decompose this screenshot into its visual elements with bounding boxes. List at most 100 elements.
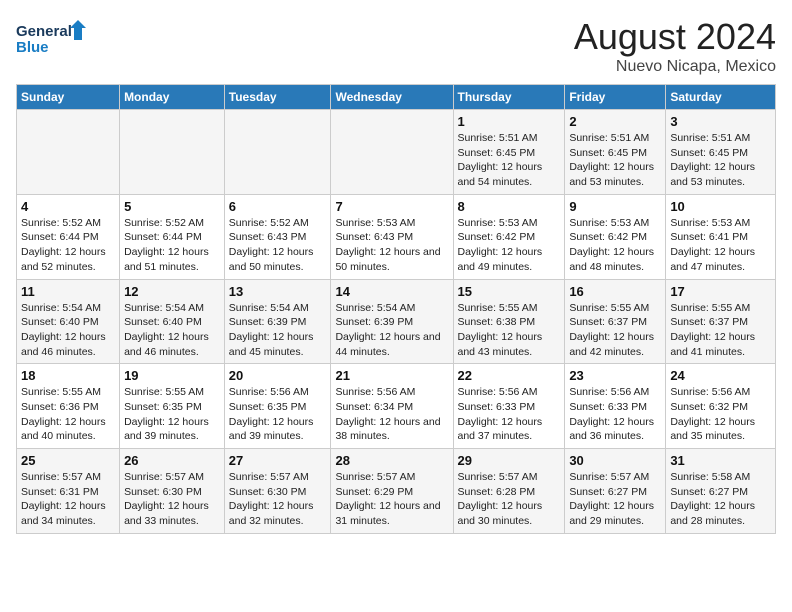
day-info: Sunrise: 5:51 AM Sunset: 6:45 PM Dayligh… (458, 131, 561, 190)
day-number: 21 (335, 368, 448, 383)
calendar-cell: 14 Sunrise: 5:54 AM Sunset: 6:39 PM Dayli… (331, 279, 453, 364)
col-tuesday: Tuesday (224, 85, 331, 110)
col-friday: Friday (565, 85, 666, 110)
day-info: Sunrise: 5:53 AM Sunset: 6:43 PM Dayligh… (335, 216, 448, 275)
day-number: 22 (458, 368, 561, 383)
day-info: Sunrise: 5:56 AM Sunset: 6:32 PM Dayligh… (670, 385, 771, 444)
col-monday: Monday (120, 85, 225, 110)
calendar-week-1: 1 Sunrise: 5:51 AM Sunset: 6:45 PM Daylig… (17, 110, 776, 195)
page-title: August 2024 (574, 16, 776, 58)
calendar-header: Sunday Monday Tuesday Wednesday Thursday… (17, 85, 776, 110)
day-number: 2 (569, 114, 661, 129)
calendar-cell: 1 Sunrise: 5:51 AM Sunset: 6:45 PM Daylig… (453, 110, 565, 195)
calendar-cell: 18Sunrise: 5:55 AM Sunset: 6:36 PM Dayli… (17, 364, 120, 449)
title-block: August 2024 Nuevo Nicapa, Mexico (574, 16, 776, 76)
day-number: 7 (335, 199, 448, 214)
day-number: 15 (458, 284, 561, 299)
calendar-cell: 12 Sunrise: 5:54 AM Sunset: 6:40 PM Dayli… (120, 279, 225, 364)
day-info: Sunrise: 5:51 AM Sunset: 6:45 PM Dayligh… (569, 131, 661, 190)
day-number: 24 (670, 368, 771, 383)
day-number: 3 (670, 114, 771, 129)
day-info: Sunrise: 5:54 AM Sunset: 6:39 PM Dayligh… (335, 301, 448, 360)
day-number: 16 (569, 284, 661, 299)
calendar-cell (120, 110, 225, 195)
calendar-cell: 15 Sunrise: 5:55 AM Sunset: 6:38 PM Dayli… (453, 279, 565, 364)
page-subtitle: Nuevo Nicapa, Mexico (574, 58, 776, 76)
calendar-cell: 30 Sunrise: 5:57 AM Sunset: 6:27 PM Dayli… (565, 449, 666, 534)
day-info: Sunrise: 5:52 AM Sunset: 6:44 PM Dayligh… (21, 216, 115, 275)
calendar-table: Sunday Monday Tuesday Wednesday Thursday… (16, 84, 776, 534)
calendar-cell: 26 Sunrise: 5:57 AM Sunset: 6:30 PM Dayli… (120, 449, 225, 534)
calendar-cell (17, 110, 120, 195)
calendar-cell: 17Sunrise: 5:55 AM Sunset: 6:37 PM Dayli… (666, 279, 776, 364)
day-info: Sunrise: 5:54 AM Sunset: 6:40 PM Dayligh… (21, 301, 115, 360)
svg-text:General: General (16, 23, 72, 40)
day-info: Sunrise: 5:54 AM Sunset: 6:39 PM Dayligh… (229, 301, 327, 360)
day-info: Sunrise: 5:53 AM Sunset: 6:42 PM Dayligh… (569, 216, 661, 275)
day-info: Sunrise: 5:51 AM Sunset: 6:45 PM Dayligh… (670, 131, 771, 190)
day-info: Sunrise: 5:54 AM Sunset: 6:40 PM Dayligh… (124, 301, 220, 360)
day-number: 12 (124, 284, 220, 299)
calendar-cell: 16 Sunrise: 5:55 AM Sunset: 6:37 PM Dayli… (565, 279, 666, 364)
calendar-cell: 4 Sunrise: 5:52 AM Sunset: 6:44 PM Daylig… (17, 194, 120, 279)
day-info: Sunrise: 5:58 AM Sunset: 6:27 PM Dayligh… (670, 470, 771, 529)
day-number: 19 (124, 368, 220, 383)
day-info: Sunrise: 5:57 AM Sunset: 6:30 PM Dayligh… (124, 470, 220, 529)
day-info: Sunrise: 5:52 AM Sunset: 6:44 PM Dayligh… (124, 216, 220, 275)
calendar-cell: 9 Sunrise: 5:53 AM Sunset: 6:42 PM Daylig… (565, 194, 666, 279)
calendar-cell: 7 Sunrise: 5:53 AM Sunset: 6:43 PM Daylig… (331, 194, 453, 279)
calendar-cell: 11 Sunrise: 5:54 AM Sunset: 6:40 PM Dayli… (17, 279, 120, 364)
calendar-cell: 28Sunrise: 5:57 AM Sunset: 6:29 PM Dayli… (331, 449, 453, 534)
day-number: 9 (569, 199, 661, 214)
col-saturday: Saturday (666, 85, 776, 110)
day-number: 27 (229, 453, 327, 468)
calendar-cell: 29 Sunrise: 5:57 AM Sunset: 6:28 PM Dayli… (453, 449, 565, 534)
calendar-cell: 3 Sunrise: 5:51 AM Sunset: 6:45 PM Daylig… (666, 110, 776, 195)
day-info: Sunrise: 5:56 AM Sunset: 6:33 PM Dayligh… (458, 385, 561, 444)
day-info: Sunrise: 5:55 AM Sunset: 6:38 PM Dayligh… (458, 301, 561, 360)
day-number: 29 (458, 453, 561, 468)
calendar-cell: 19 Sunrise: 5:55 AM Sunset: 6:35 PM Dayli… (120, 364, 225, 449)
day-number: 1 (458, 114, 561, 129)
calendar-cell: 24 Sunrise: 5:56 AM Sunset: 6:32 PM Dayli… (666, 364, 776, 449)
calendar-cell: 5 Sunrise: 5:52 AM Sunset: 6:44 PM Daylig… (120, 194, 225, 279)
day-info: Sunrise: 5:57 AM Sunset: 6:27 PM Dayligh… (569, 470, 661, 529)
calendar-week-4: 18Sunrise: 5:55 AM Sunset: 6:36 PM Dayli… (17, 364, 776, 449)
day-number: 20 (229, 368, 327, 383)
calendar-cell: 10 Sunrise: 5:53 AM Sunset: 6:41 PM Dayli… (666, 194, 776, 279)
calendar-cell: 13 Sunrise: 5:54 AM Sunset: 6:39 PM Dayli… (224, 279, 331, 364)
calendar-cell (224, 110, 331, 195)
day-number: 30 (569, 453, 661, 468)
day-number: 26 (124, 453, 220, 468)
page-header: General Blue August 2024 Nuevo Nicapa, M… (16, 16, 776, 76)
day-number: 13 (229, 284, 327, 299)
day-info: Sunrise: 5:52 AM Sunset: 6:43 PM Dayligh… (229, 216, 327, 275)
calendar-cell: 20 Sunrise: 5:56 AM Sunset: 6:35 PM Dayli… (224, 364, 331, 449)
day-number: 4 (21, 199, 115, 214)
day-number: 28 (335, 453, 448, 468)
day-number: 10 (670, 199, 771, 214)
day-info: Sunrise: 5:55 AM Sunset: 6:37 PM Dayligh… (569, 301, 661, 360)
day-info: Sunrise: 5:56 AM Sunset: 6:34 PM Dayligh… (335, 385, 448, 444)
calendar-cell (331, 110, 453, 195)
day-info: Sunrise: 5:53 AM Sunset: 6:42 PM Dayligh… (458, 216, 561, 275)
day-number: 25 (21, 453, 115, 468)
day-number: 14 (335, 284, 448, 299)
day-number: 11 (21, 284, 115, 299)
calendar-week-5: 25 Sunrise: 5:57 AM Sunset: 6:31 PM Dayli… (17, 449, 776, 534)
calendar-cell: 6Sunrise: 5:52 AM Sunset: 6:43 PM Daylig… (224, 194, 331, 279)
day-info: Sunrise: 5:56 AM Sunset: 6:33 PM Dayligh… (569, 385, 661, 444)
day-number: 31 (670, 453, 771, 468)
col-thursday: Thursday (453, 85, 565, 110)
day-number: 23 (569, 368, 661, 383)
day-info: Sunrise: 5:55 AM Sunset: 6:35 PM Dayligh… (124, 385, 220, 444)
day-info: Sunrise: 5:57 AM Sunset: 6:28 PM Dayligh… (458, 470, 561, 529)
day-info: Sunrise: 5:57 AM Sunset: 6:31 PM Dayligh… (21, 470, 115, 529)
day-info: Sunrise: 5:56 AM Sunset: 6:35 PM Dayligh… (229, 385, 327, 444)
calendar-body: 1 Sunrise: 5:51 AM Sunset: 6:45 PM Daylig… (17, 110, 776, 534)
day-number: 18 (21, 368, 115, 383)
day-number: 5 (124, 199, 220, 214)
day-info: Sunrise: 5:53 AM Sunset: 6:41 PM Dayligh… (670, 216, 771, 275)
day-info: Sunrise: 5:57 AM Sunset: 6:30 PM Dayligh… (229, 470, 327, 529)
calendar-cell: 22 Sunrise: 5:56 AM Sunset: 6:33 PM Dayli… (453, 364, 565, 449)
